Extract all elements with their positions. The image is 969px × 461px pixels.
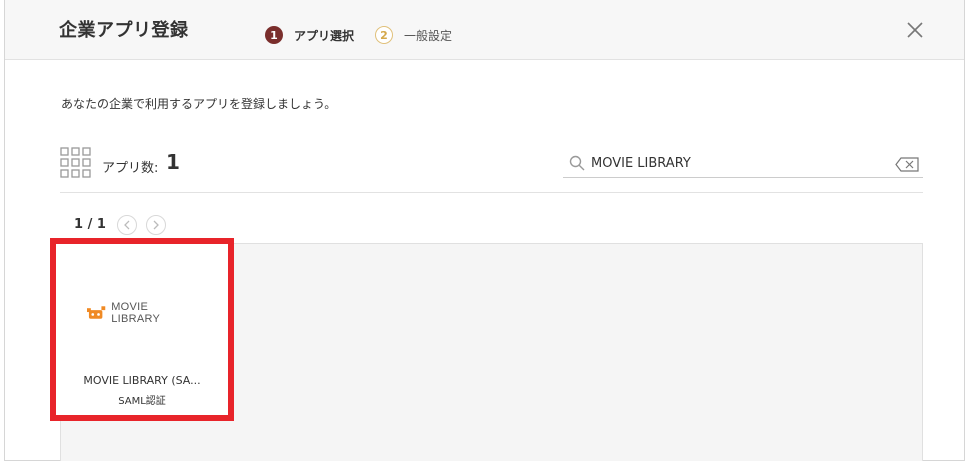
- search-box: [563, 148, 923, 178]
- grid-view-icon: [60, 147, 91, 178]
- step-label: 一般設定: [404, 28, 453, 43]
- step-number: 1: [265, 26, 283, 44]
- chevron-right-icon: [153, 220, 159, 230]
- search-input[interactable]: [591, 151, 881, 175]
- section-divider: [60, 192, 923, 193]
- page-indicator: 1 / 1: [74, 217, 106, 232]
- close-icon[interactable]: [905, 20, 925, 40]
- step-number: 2: [375, 26, 393, 44]
- search-icon: [569, 155, 585, 171]
- app-count-label: アプリ数:: [102, 161, 159, 176]
- app-count-value: 1: [166, 150, 180, 174]
- next-page-button[interactable]: [146, 215, 166, 235]
- chevron-left-icon: [124, 220, 130, 230]
- app-name: MOVIE LIBRARY (SA...: [83, 374, 201, 387]
- app-logo: MOVIE LIBRARY: [87, 301, 197, 325]
- clear-search-icon[interactable]: [895, 157, 919, 172]
- step-label: アプリ選択: [294, 28, 355, 43]
- dialog-title: 企業アプリ登録: [59, 20, 189, 41]
- step-app-selection: 1 アプリ選択: [265, 25, 354, 45]
- app-card-movie-library[interactable]: MOVIE LIBRARY MOVIE LIBRARY (SA... SAML認…: [50, 238, 234, 421]
- app-auth-type: SAML認証: [118, 396, 166, 407]
- intro-text: あなたの企業で利用するアプリを登録しましょう。: [61, 97, 337, 111]
- app-logo-text: MOVIE LIBRARY: [111, 301, 161, 325]
- step-general-settings: 2 一般設定: [375, 25, 452, 45]
- dialog-header: 企業アプリ登録 1 アプリ選択 2 一般設定: [5, 0, 964, 60]
- prev-page-button[interactable]: [117, 215, 137, 235]
- movie-library-logo-icon: [87, 306, 106, 319]
